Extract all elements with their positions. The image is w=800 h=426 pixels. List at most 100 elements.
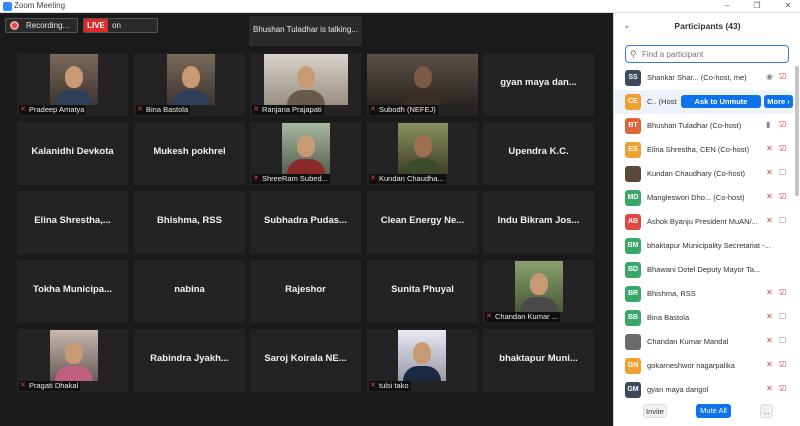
- video-off-icon[interactable]: ☑: [779, 144, 786, 153]
- more-options-button[interactable]: ...: [760, 404, 773, 418]
- participant-row[interactable]: AB Ashok Byanju President MuAN/... ✕ ☐: [614, 210, 794, 234]
- video-tile[interactable]: Indu Bikram Jos...: [483, 191, 594, 254]
- tile-name: Indu Bikram Jos...: [497, 215, 580, 226]
- participant-row[interactable]: Kundan Chaudhary (Co-host) ✕ ☐: [614, 162, 794, 186]
- avatar: BT: [625, 118, 641, 134]
- mic-muted-icon[interactable]: ✕: [766, 216, 773, 225]
- video-tile[interactable]: Sunita Phuyal: [367, 260, 478, 323]
- video-tile[interactable]: Saroj Koirala NE...: [250, 329, 361, 392]
- video-tile[interactable]: Bhishma, RSS: [134, 191, 245, 254]
- minimize-icon[interactable]: –: [717, 0, 737, 12]
- window-title: Zoom Meeting: [14, 1, 66, 10]
- video-icon[interactable]: ☐: [779, 312, 786, 321]
- mic-muted-icon[interactable]: ✕: [766, 384, 773, 393]
- participant-row[interactable]: BR Bhishma, RSS ✕ ☑: [614, 282, 794, 306]
- video-icon[interactable]: ☐: [779, 168, 786, 177]
- participant-row[interactable]: BB Bina Bastola ✕ ☐: [614, 306, 794, 330]
- video-tile[interactable]: ✕ Kundan Chaudha...: [367, 122, 478, 185]
- video-tile[interactable]: ✕ ShreeRam Subed...: [250, 122, 361, 185]
- panel-header: ⌄ Participants (43): [614, 13, 800, 39]
- video-tile[interactable]: ✕ Pragati Dhakal: [17, 329, 128, 392]
- video-tile[interactable]: nabina: [134, 260, 245, 323]
- video-tile[interactable]: Rajeshor: [250, 260, 361, 323]
- tile-name-label: ✕ ShreeRam Subed...: [252, 174, 330, 184]
- video-tile[interactable]: ✕ Subodh (NEFEJ): [367, 53, 478, 116]
- mic-muted-icon[interactable]: ✕: [766, 288, 773, 297]
- more-button[interactable]: More ›: [764, 95, 793, 108]
- video-tile[interactable]: Mukesh pokhrel: [134, 122, 245, 185]
- video-tile[interactable]: Clean Energy Ne...: [367, 191, 478, 254]
- mic-muted-icon[interactable]: ✕: [766, 144, 773, 153]
- mic-muted-icon[interactable]: ✕: [766, 312, 773, 321]
- participant-name: bhaktapur Municipality Secretariat -...: [647, 241, 771, 250]
- video-icon[interactable]: ☐: [779, 216, 786, 225]
- participant-row[interactable]: GN gokarneshwor nagarpalika ✕ ☑: [614, 354, 794, 378]
- video-tile[interactable]: gyan maya dan...: [483, 53, 594, 116]
- invite-button[interactable]: Invite: [643, 404, 667, 418]
- live-tag: LIVE: [84, 19, 108, 32]
- video-off-icon[interactable]: ☑: [779, 120, 786, 129]
- video-tile[interactable]: Tokha Municipa...: [17, 260, 128, 323]
- video-off-icon[interactable]: ☑: [779, 360, 786, 369]
- muted-mic-icon: ✕: [20, 106, 26, 113]
- mic-icon[interactable]: ▮: [766, 120, 770, 129]
- participant-row[interactable]: SS Shankar Shar... (Co-host, me) ◉ ☑: [614, 66, 794, 90]
- close-icon[interactable]: ✕: [778, 0, 798, 12]
- tile-name: Rajeshor: [285, 284, 326, 295]
- participant-search[interactable]: ⚲: [625, 45, 789, 63]
- participant-name: Shankar Shar... (Co-host, me): [647, 73, 747, 82]
- recording-indicator[interactable]: Recording...: [5, 18, 78, 33]
- participant-row[interactable]: BD Bhawani Dotel Deputy Mayor Ta...: [614, 258, 794, 282]
- video-tile[interactable]: ✕ Pradeep Amatya: [17, 53, 128, 116]
- mic-muted-icon[interactable]: ✕: [766, 360, 773, 369]
- panel-title: Participants (43): [674, 21, 741, 31]
- avatar: CE: [625, 94, 641, 110]
- video-tile[interactable]: bhaktapur Muni...: [483, 329, 594, 392]
- live-stream-indicator[interactable]: LIVE on Facebook: [83, 18, 158, 33]
- tile-name-label: ✕ Pradeep Amatya: [19, 105, 87, 115]
- participant-row[interactable]: BM bhaktapur Municipality Secretariat -.…: [614, 234, 794, 258]
- mic-muted-icon[interactable]: ✕: [766, 168, 773, 177]
- video-tile[interactable]: Upendra K.C.: [483, 122, 594, 185]
- mute-all-button[interactable]: Mute All: [696, 404, 731, 418]
- participant-video: [50, 330, 98, 381]
- participant-row[interactable]: Chandan Kumar Mandal ✕ ☐: [614, 330, 794, 354]
- participant-row[interactable]: BT Bhushan Tuladhar (Co-host) ▮ ☑: [614, 114, 794, 138]
- video-tile[interactable]: ✕ tulsi tako: [367, 329, 478, 392]
- video-off-icon[interactable]: ☑: [779, 192, 786, 201]
- participant-name: Mangleswori Dho... (Co-host): [647, 193, 745, 202]
- tile-name: gyan maya dan...: [500, 77, 577, 88]
- avatar: [625, 334, 641, 350]
- ask-to-unmute-button[interactable]: Ask to Unmute: [681, 95, 761, 108]
- video-icon[interactable]: ☐: [779, 336, 786, 345]
- search-input[interactable]: [642, 48, 782, 61]
- participant-video: [398, 123, 448, 174]
- video-tile[interactable]: Subhadra Pudas...: [250, 191, 361, 254]
- mic-muted-icon[interactable]: ✕: [766, 192, 773, 201]
- avatar: BR: [625, 286, 641, 302]
- video-icon[interactable]: ◉: [766, 72, 773, 81]
- scrollbar[interactable]: [795, 66, 799, 196]
- participant-row[interactable]: CE C.. (Host) Ask to Unmute More ›: [614, 90, 794, 114]
- video-tile[interactable]: Elina Shrestha,...: [17, 191, 128, 254]
- tile-name: Saroj Koirala NE...: [264, 353, 347, 364]
- mic-muted-icon[interactable]: ✕: [766, 336, 773, 345]
- maximize-icon[interactable]: ❐: [747, 0, 767, 12]
- meeting-view: Recording... LIVE on Facebook Bhushan Tu…: [0, 13, 613, 426]
- muted-mic-icon: ✕: [137, 106, 143, 113]
- video-tile[interactable]: Rabindra Jyakh...: [134, 329, 245, 392]
- participant-row[interactable]: ES Elina Shrestha, CEN (Co-host) ✕ ☑: [614, 138, 794, 162]
- video-off-icon[interactable]: ☑: [779, 288, 786, 297]
- video-off-icon[interactable]: ☑: [779, 384, 786, 393]
- participant-name: Bhawani Dotel Deputy Mayor Ta...: [647, 265, 761, 274]
- panel-footer: Invite Mute All ...: [614, 399, 800, 426]
- avatar: BM: [625, 238, 641, 254]
- video-tile[interactable]: ✕ Bina Bastola: [134, 53, 245, 116]
- tile-name: Elina Shrestha,...: [34, 215, 111, 226]
- participant-row[interactable]: MD Mangleswori Dho... (Co-host) ✕ ☑: [614, 186, 794, 210]
- video-tile[interactable]: ✕ Chandan Kumar ...: [483, 260, 594, 323]
- video-tile[interactable]: Kalanidhi Devkota: [17, 122, 128, 185]
- video-tile[interactable]: ✕ Ranjana Prajapati: [250, 53, 361, 116]
- video-off-icon[interactable]: ☑: [779, 72, 786, 81]
- avatar: BB: [625, 310, 641, 326]
